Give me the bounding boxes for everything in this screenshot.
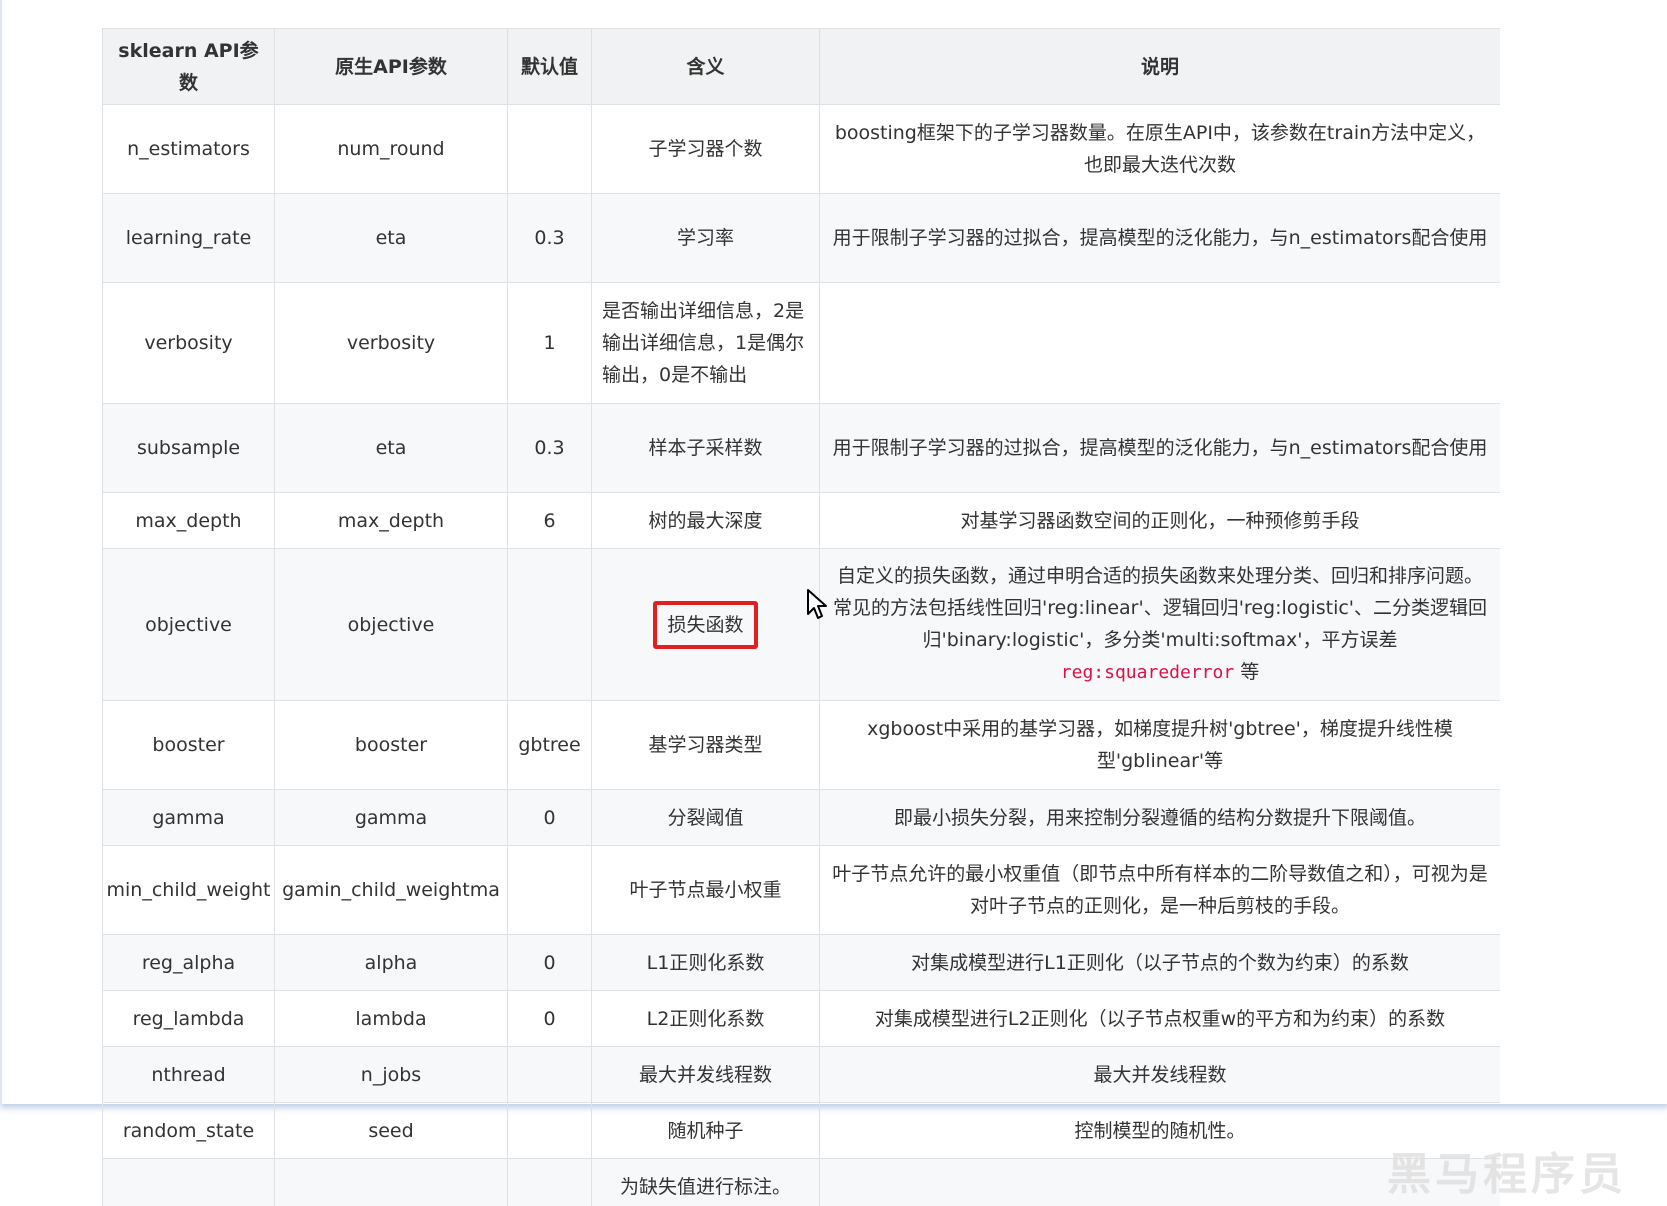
objective-suffix: 等 — [1234, 661, 1260, 683]
cell-sklearn: min_child_weight — [102, 845, 275, 935]
cell-description: 叶子节点允许的最小权重值（即节点中所有样本的二阶导数值之和），可视为是对叶子节点… — [819, 845, 1500, 935]
cell-sklearn: verbosity — [102, 282, 275, 404]
cell-meaning: 子学习器个数 — [591, 104, 820, 194]
cell-default — [507, 548, 592, 701]
table-row: booster booster gbtree 基学习器类型 xgboost中采用… — [102, 700, 1500, 790]
objective-code: reg:squarederror — [1060, 662, 1235, 683]
cell-meaning: 随机种子 — [591, 1102, 820, 1159]
cell-sklearn: reg_alpha — [102, 934, 275, 991]
header-native-param: 原生API参数 — [274, 28, 508, 105]
cell-default: 0 — [507, 990, 592, 1047]
cell-meaning: 基学习器类型 — [591, 700, 820, 790]
cell-sklearn: nthread — [102, 1046, 275, 1103]
objective-description-text: 自定义的损失函数，通过申明合适的损失函数来处理分类、回归和排序问题。常见的方法包… — [832, 565, 1488, 651]
table-header-row: sklearn API参数 原生API参数 默认值 含义 说明 — [102, 28, 1500, 105]
cell-default — [507, 1102, 592, 1159]
table-row: reg_alpha alpha 0 L1正则化系数 对集成模型进行L1正则化（以… — [102, 934, 1500, 991]
table-row: subsample eta 0.3 样本子采样数 用于限制子学习器的过拟合，提高… — [102, 403, 1500, 493]
cell-meaning: 为缺失值进行标注。 — [591, 1158, 820, 1206]
header-description: 说明 — [819, 28, 1500, 105]
table-row: n_estimators num_round 子学习器个数 boosting框架… — [102, 104, 1500, 194]
cell-sklearn: objective — [102, 548, 275, 701]
table-row: min_child_weight gamin_child_weightma 叶子… — [102, 845, 1500, 935]
xgboost-params-table: sklearn API参数 原生API参数 默认值 含义 说明 n_estima… — [102, 28, 1500, 1206]
cell-description: xgboost中采用的基学习器，如梯度提升树'gbtree'，梯度提升线性模型'… — [819, 700, 1500, 790]
cell-native: eta — [274, 403, 508, 493]
table-container: sklearn API参数 原生API参数 默认值 含义 说明 n_estima… — [102, 28, 1500, 1206]
table-row: learning_rate eta 0.3 学习率 用于限制子学习器的过拟合，提… — [102, 193, 1500, 283]
cell-description: 用于限制子学习器的过拟合，提高模型的泛化能力，与n_estimators配合使用 — [819, 193, 1500, 283]
cell-meaning: L1正则化系数 — [591, 934, 820, 991]
cell-description — [819, 282, 1500, 404]
table-row: objective objective 损失函数 自定义的损失函数，通过申明合适… — [102, 548, 1500, 701]
cell-default — [507, 1158, 592, 1206]
cell-description: 对集成模型进行L2正则化（以子节点权重w的平方和为约束）的系数 — [819, 990, 1500, 1047]
cell-default: 6 — [507, 492, 592, 549]
cell-meaning: 树的最大深度 — [591, 492, 820, 549]
cell-sklearn: learning_rate — [102, 193, 275, 283]
watermark-logo: 黑马程序员 — [1387, 1149, 1627, 1200]
cell-sklearn: n_estimators — [102, 104, 275, 194]
cell-meaning: 损失函数 — [591, 548, 820, 701]
cell-description: 用于限制子学习器的过拟合，提高模型的泛化能力，与n_estimators配合使用 — [819, 403, 1500, 493]
table-row: 为缺失值进行标注。 — [102, 1158, 1500, 1206]
cell-meaning: 是否输出详细信息，2是输出详细信息，1是偶尔输出，0是不输出 — [591, 282, 820, 404]
cell-native: verbosity — [274, 282, 508, 404]
table-row: reg_lambda lambda 0 L2正则化系数 对集成模型进行L2正则化… — [102, 990, 1500, 1047]
cell-sklearn: subsample — [102, 403, 275, 493]
cell-sklearn: gamma — [102, 789, 275, 846]
cell-default: 0.3 — [507, 193, 592, 283]
cell-description: 即最小损失分裂，用来控制分裂遵循的结构分数提升下限阈值。 — [819, 789, 1500, 846]
cell-description: 自定义的损失函数，通过申明合适的损失函数来处理分类、回归和排序问题。常见的方法包… — [819, 548, 1500, 701]
cell-native: max_depth — [274, 492, 508, 549]
cell-native: n_jobs — [274, 1046, 508, 1103]
cell-sklearn: booster — [102, 700, 275, 790]
cell-default: 1 — [507, 282, 592, 404]
cell-meaning: 学习率 — [591, 193, 820, 283]
cell-default: 0 — [507, 789, 592, 846]
cell-native: gamma — [274, 789, 508, 846]
cell-sklearn: random_state — [102, 1102, 275, 1159]
header-sklearn-param: sklearn API参数 — [102, 28, 275, 105]
cell-meaning: 叶子节点最小权重 — [591, 845, 820, 935]
cell-native: seed — [274, 1102, 508, 1159]
cell-native: lambda — [274, 990, 508, 1047]
table-row: nthread n_jobs 最大并发线程数 最大并发线程数 — [102, 1046, 1500, 1103]
cell-meaning: 最大并发线程数 — [591, 1046, 820, 1103]
cell-default: 0.3 — [507, 403, 592, 493]
cell-default — [507, 104, 592, 194]
cell-native: num_round — [274, 104, 508, 194]
cell-meaning: L2正则化系数 — [591, 990, 820, 1047]
cell-default — [507, 845, 592, 935]
highlighted-meaning: 损失函数 — [653, 600, 758, 649]
cell-description: boosting框架下的子学习器数量。在原生API中，该参数在train方法中定… — [819, 104, 1500, 194]
cell-native: alpha — [274, 934, 508, 991]
cell-native: booster — [274, 700, 508, 790]
mouse-pointer-icon — [807, 589, 827, 619]
cell-meaning: 样本子采样数 — [591, 403, 820, 493]
cell-sklearn — [102, 1158, 275, 1206]
cell-meaning: 分裂阈值 — [591, 789, 820, 846]
cell-native: gamin_child_weightma — [274, 845, 508, 935]
table-row: max_depth max_depth 6 树的最大深度 对基学习器函数空间的正… — [102, 492, 1500, 549]
cell-sklearn: max_depth — [102, 492, 275, 549]
cell-native: eta — [274, 193, 508, 283]
table-row: verbosity verbosity 1 是否输出详细信息，2是输出详细信息，… — [102, 282, 1500, 404]
table-row: random_state seed 随机种子 控制模型的随机性。 — [102, 1102, 1500, 1159]
cell-description: 最大并发线程数 — [819, 1046, 1500, 1103]
cell-description: 对集成模型进行L1正则化（以子节点的个数为约束）的系数 — [819, 934, 1500, 991]
header-default-value: 默认值 — [507, 28, 592, 105]
cell-native: objective — [274, 548, 508, 701]
cell-sklearn: reg_lambda — [102, 990, 275, 1047]
cell-description: 对基学习器函数空间的正则化，一种预修剪手段 — [819, 492, 1500, 549]
cell-native — [274, 1158, 508, 1206]
cell-default — [507, 1046, 592, 1103]
table-row: gamma gamma 0 分裂阈值 即最小损失分裂，用来控制分裂遵循的结构分数… — [102, 789, 1500, 846]
cell-default: gbtree — [507, 700, 592, 790]
cell-default: 0 — [507, 934, 592, 991]
header-meaning: 含义 — [591, 28, 820, 105]
